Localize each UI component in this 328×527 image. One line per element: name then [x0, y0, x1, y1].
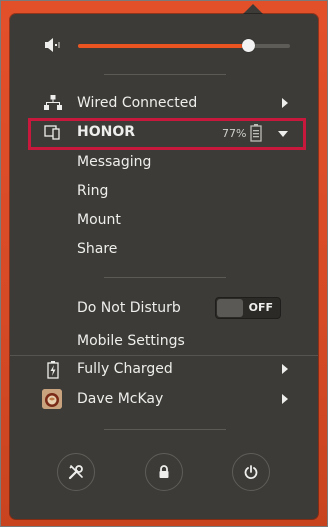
settings-icon	[68, 465, 83, 480]
wired-network-icon	[44, 95, 62, 111]
wired-connected-label: Wired Connected	[77, 95, 198, 111]
share-item[interactable]: Share	[77, 241, 117, 257]
chevron-right-icon	[282, 364, 288, 374]
user-name: Dave McKay	[77, 391, 164, 407]
power-icon	[244, 465, 258, 479]
chevron-right-icon	[282, 98, 288, 108]
separator	[104, 429, 226, 430]
mobile-settings-item[interactable]: Mobile Settings	[77, 333, 185, 349]
battery-label: Fully Charged	[77, 361, 173, 377]
volume-slider[interactable]	[78, 39, 290, 52]
volume-slider-fill	[78, 44, 248, 48]
settings-button[interactable]	[57, 453, 95, 491]
do-not-disturb-label: Do Not Disturb	[77, 300, 181, 316]
wired-connected-item[interactable]: Wired Connected	[10, 89, 318, 117]
user-item[interactable]: Dave McKay	[10, 385, 318, 413]
chevron-right-icon	[282, 394, 288, 404]
volume-slider-handle[interactable]	[241, 39, 255, 52]
lock-button[interactable]	[145, 453, 183, 491]
power-button[interactable]	[232, 453, 270, 491]
battery-charging-icon	[44, 361, 62, 379]
battery-item[interactable]: Fully Charged	[10, 355, 318, 383]
speaker-icon	[43, 36, 63, 58]
separator	[104, 277, 226, 278]
system-menu-popup: Wired Connected HONOR 77% Messaging Ring…	[10, 14, 318, 519]
avatar	[42, 389, 62, 409]
toggle-state-label: OFF	[248, 301, 273, 314]
messaging-item[interactable]: Messaging	[77, 154, 151, 170]
toggle-knob	[217, 299, 243, 317]
highlight-box	[28, 118, 306, 150]
lock-icon	[159, 465, 169, 478]
separator	[104, 74, 226, 75]
ring-item[interactable]: Ring	[77, 183, 108, 199]
mount-item[interactable]: Mount	[77, 212, 121, 228]
do-not-disturb-toggle[interactable]: OFF	[215, 297, 281, 319]
